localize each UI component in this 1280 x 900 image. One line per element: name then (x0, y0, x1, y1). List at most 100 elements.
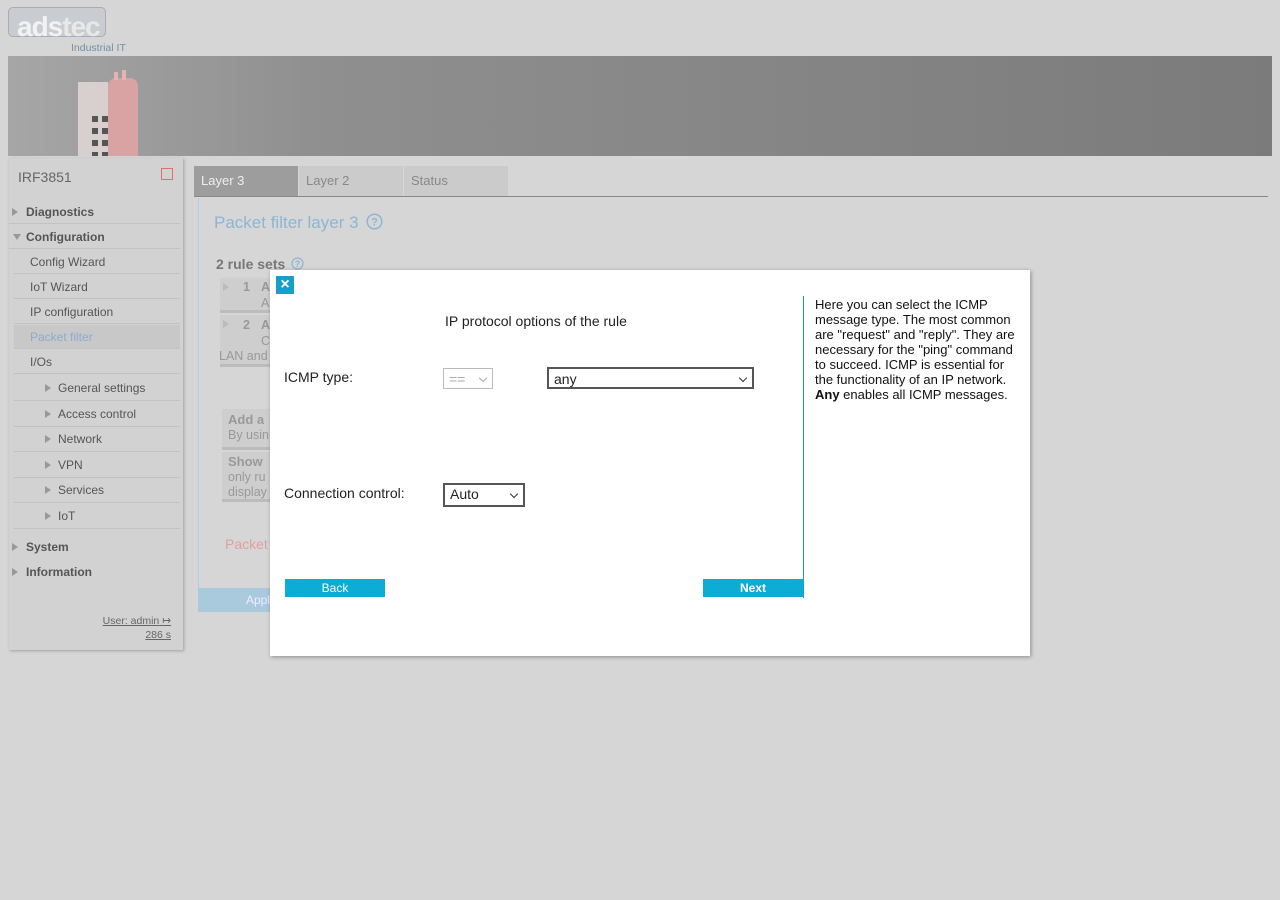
chevron-down-icon (509, 489, 519, 499)
chevron-right-icon (12, 568, 18, 576)
apply-button[interactable]: Appl (198, 588, 270, 612)
rule-set-description: A (261, 296, 270, 310)
chevron-right-icon (45, 512, 51, 520)
sidebar-item-label: Network (58, 432, 103, 446)
rule-set-name: A (261, 280, 271, 294)
chevron-right-icon (45, 461, 51, 469)
sidebar-item-services[interactable]: Services (14, 478, 180, 503)
sidebar-item-system[interactable]: System (9, 535, 180, 559)
sidebar-item-packet-filter[interactable]: Packet filter (14, 325, 180, 349)
close-icon: × (280, 276, 290, 293)
icmp-operator-select: == (443, 368, 493, 389)
chevron-right-icon (45, 435, 51, 443)
logo-text-ads: ads (17, 11, 63, 42)
connection-control-value: Auto (450, 486, 479, 502)
packet-filter-link[interactable]: Packet (225, 536, 268, 552)
sidebar-item-label: VPN (58, 458, 83, 472)
sidebar-item-label: IP configuration (30, 305, 114, 319)
session-timer[interactable]: 286 s (145, 629, 171, 641)
content-border (198, 198, 199, 588)
apply-label: Appl (246, 593, 271, 607)
add-rule-set-description: By usin (228, 428, 269, 442)
sidebar-item-label: Access control (58, 407, 137, 421)
sidebar-item-label: I/Os (30, 355, 53, 369)
sidebar-item-ip-configuration[interactable]: IP configuration (14, 300, 180, 324)
sidebar-item-information[interactable]: Information (9, 560, 180, 584)
user-logout-link[interactable]: User: admin ↦ (103, 615, 171, 627)
tab-status[interactable]: Status (404, 166, 508, 196)
tab-layer-3[interactable]: Layer 3 (194, 166, 298, 196)
help-text: Here you can select the ICMP message typ… (815, 297, 1015, 387)
rule-set-description: C (261, 334, 271, 348)
show-rules-description: display (228, 485, 267, 499)
page-title-text: Packet filter layer 3 (214, 213, 359, 232)
chevron-down-icon (13, 234, 21, 240)
sidebar-item-iot-wizard[interactable]: IoT Wizard (14, 275, 180, 299)
router-device-image (78, 70, 138, 156)
sidebar-item-label: Packet filter (30, 330, 93, 344)
sidebar-item-network[interactable]: Network (14, 427, 180, 452)
help-text-emphasis: Any (815, 387, 840, 402)
sidebar-item-label: IoT (58, 509, 76, 523)
sidebar-item-iot[interactable]: IoT (14, 503, 180, 529)
chevron-right-icon (12, 543, 18, 551)
sidebar-item-label: Information (26, 565, 92, 579)
svg-text:?: ? (295, 259, 301, 269)
help-icon[interactable]: ? (291, 257, 304, 270)
add-rule-set-title: Add a (228, 412, 265, 427)
connection-control-label: Connection control: (284, 485, 405, 501)
user-label: User: admin (102, 615, 160, 627)
chevron-down-icon (478, 373, 488, 383)
chevron-down-icon (738, 373, 748, 383)
show-rules-description: only ru (228, 470, 266, 484)
help-text-tail: enables all ICMP messages. (839, 387, 1008, 402)
sidebar-item-label: Configuration (26, 230, 105, 244)
page-title: Packet filter layer 3 ? (214, 213, 383, 233)
rule-set-name: A (261, 318, 271, 332)
close-button[interactable]: × (276, 276, 294, 294)
chevron-right-icon (223, 320, 229, 328)
connection-control-select[interactable]: Auto (443, 483, 525, 507)
icmp-operator-value: == (449, 371, 466, 387)
help-icon[interactable]: ? (366, 213, 383, 230)
chevron-right-icon (12, 208, 18, 216)
svg-text:?: ? (371, 217, 378, 229)
logo-tagline: Industrial IT (71, 42, 126, 54)
sidebar-item-ios[interactable]: I/Os (14, 350, 180, 374)
dialog-title: IP protocol options of the rule (445, 313, 627, 329)
tab-layer-2[interactable]: Layer 2 (299, 166, 403, 196)
sidebar-item-label: General settings (58, 381, 146, 395)
dialog-divider (803, 296, 804, 598)
chevron-right-icon (45, 410, 51, 418)
show-rules-title: Show (228, 454, 263, 469)
sidebar-item-label: Diagnostics (26, 205, 95, 219)
chevron-right-icon (223, 283, 229, 291)
rule-set-description: LAN and (219, 349, 268, 363)
icmp-type-label: ICMP type: (284, 369, 353, 385)
chevron-right-icon (45, 384, 51, 392)
company-logo: adstec (8, 7, 106, 42)
next-button[interactable]: Next (703, 579, 803, 597)
logo-text-tec: tec (62, 11, 100, 42)
sidebar: IRF3851 Diagnostics Configuration Config… (9, 158, 183, 650)
back-button[interactable]: Back (285, 579, 385, 597)
sidebar-item-label: IoT Wizard (30, 280, 88, 294)
help-text-panel: Here you can select the ICMP message typ… (815, 297, 1025, 402)
sidebar-item-general-settings[interactable]: General settings (14, 375, 180, 401)
header-banner (8, 56, 1272, 156)
sidebar-item-label: Services (58, 483, 105, 497)
sidebar-item-configuration[interactable]: Configuration (9, 225, 180, 249)
device-name: IRF3851 (18, 169, 72, 185)
sidebar-item-access-control[interactable]: Access control (14, 401, 180, 427)
icmp-type-select[interactable]: any (547, 367, 754, 389)
save-icon[interactable] (161, 168, 173, 180)
sidebar-item-config-wizard[interactable]: Config Wizard (14, 250, 180, 274)
sidebar-item-vpn[interactable]: VPN (14, 452, 180, 478)
sidebar-item-label: System (26, 540, 69, 554)
sidebar-item-label: Config Wizard (30, 255, 106, 269)
tab-divider (194, 196, 1268, 197)
rule-set-number: 2 (243, 318, 250, 332)
rule-options-dialog: × IP protocol options of the rule ICMP t… (270, 270, 1030, 656)
sidebar-item-diagnostics[interactable]: Diagnostics (9, 200, 180, 224)
icmp-type-value: any (554, 371, 577, 387)
